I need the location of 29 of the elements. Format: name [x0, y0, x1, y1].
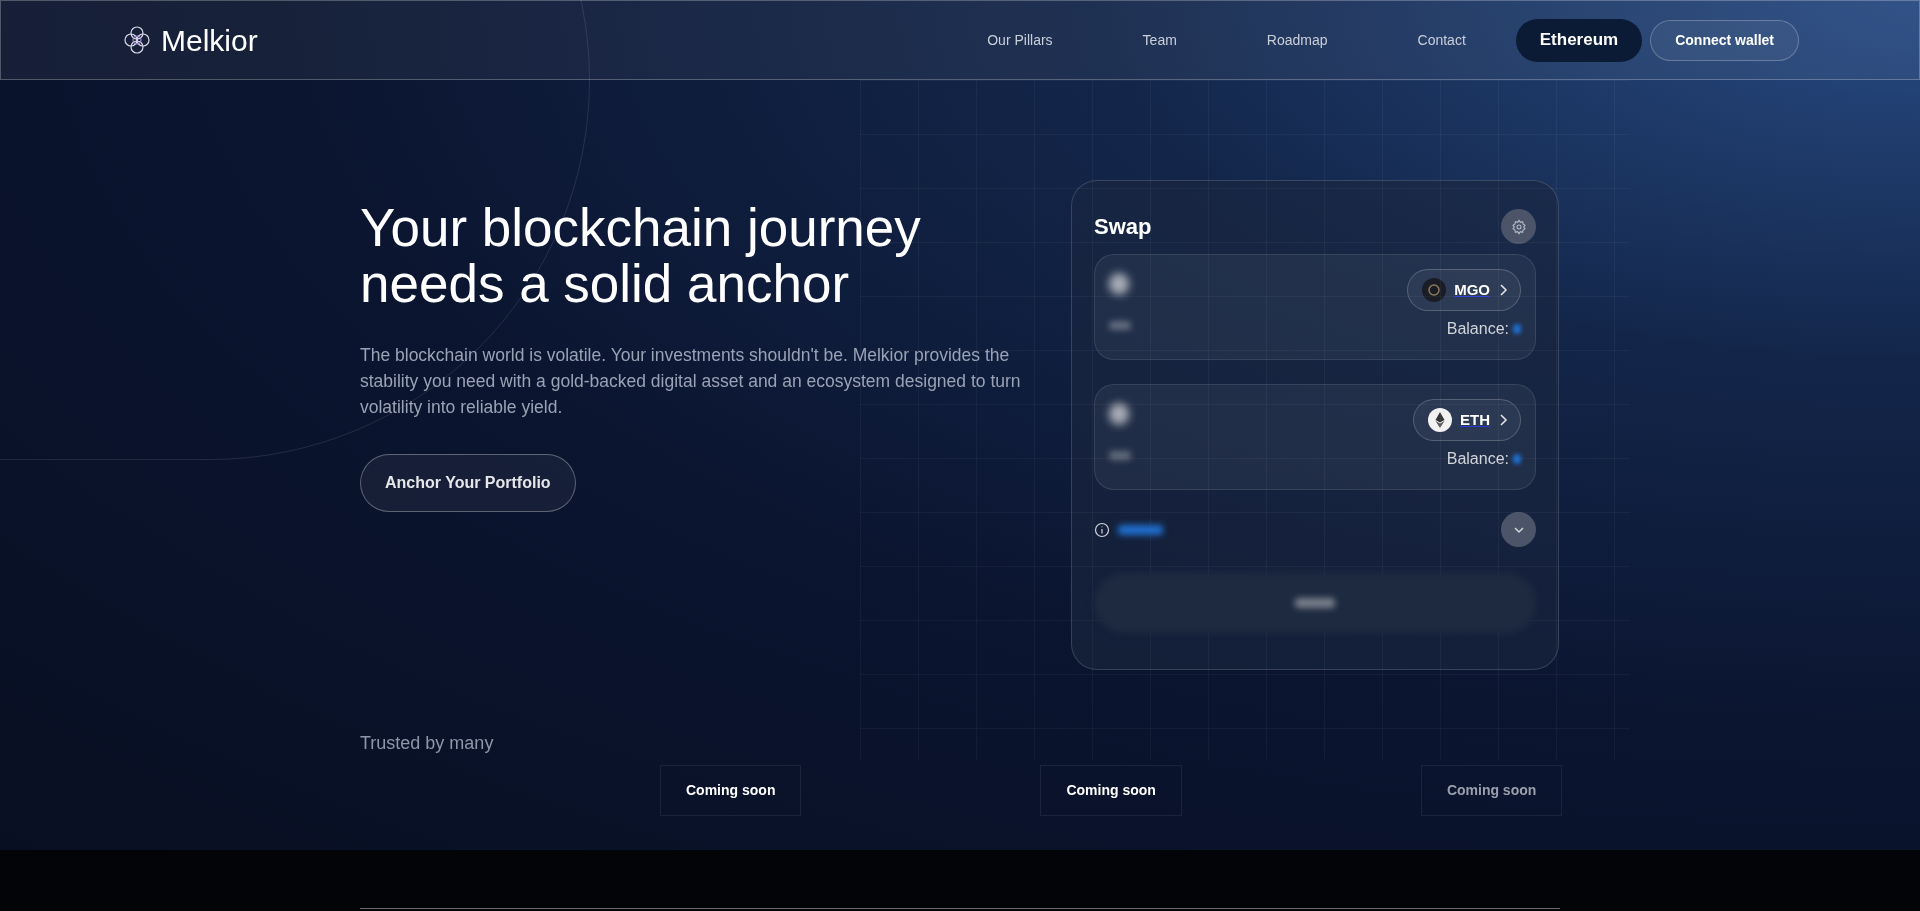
trusted-heading: Trusted by many: [360, 732, 495, 755]
balance-label: Balance:: [1446, 319, 1509, 339]
anchor-portfolio-button[interactable]: Anchor Your Portfolio: [360, 454, 576, 512]
nav-link[interactable]: Roadmap: [1266, 29, 1328, 51]
settings-button[interactable]: [1501, 209, 1536, 244]
partner-slot: Coming soon: [1040, 765, 1182, 816]
settings-icon: [1510, 218, 1527, 235]
connect-wallet-button[interactable]: Connect wallet: [1650, 19, 1799, 61]
network-button[interactable]: Ethereum: [1515, 18, 1643, 62]
blurred-balance: [1513, 324, 1521, 334]
chevron-right-icon: [1498, 283, 1508, 297]
expand-button[interactable]: [1501, 512, 1536, 547]
info-icon: [1094, 521, 1110, 538]
nav-link[interactable]: Team: [1142, 29, 1177, 51]
partner-slot: Coming soon: [660, 765, 802, 816]
ethereum-icon: [1428, 408, 1452, 432]
hero-title: Your blockchain journey needs a solid anchor: [360, 200, 922, 312]
blurred-rate: [1118, 524, 1163, 535]
nav-link[interactable]: Our Pillars: [987, 29, 1053, 51]
balance-label: Balance:: [1446, 449, 1509, 469]
nav-link[interactable]: Contact: [1417, 29, 1466, 51]
chevron-right-icon: [1498, 413, 1508, 427]
brand-name[interactable]: Melkior: [161, 17, 258, 63]
token-logo-icon: [1422, 278, 1447, 302]
flower-logo-icon: [121, 24, 153, 56]
partner-slot: Coming soon: [1420, 765, 1563, 816]
hero-description: The blockchain world is volatile. Your investments shouldn't be. Melkior provides the stability you need with a gold-backed digital asset and an ecosystem designed to turn volatility into reliable yield.: [360, 344, 1022, 419]
swap-title: Swap: [1094, 213, 1152, 241]
blurred-balance: [1513, 454, 1521, 464]
